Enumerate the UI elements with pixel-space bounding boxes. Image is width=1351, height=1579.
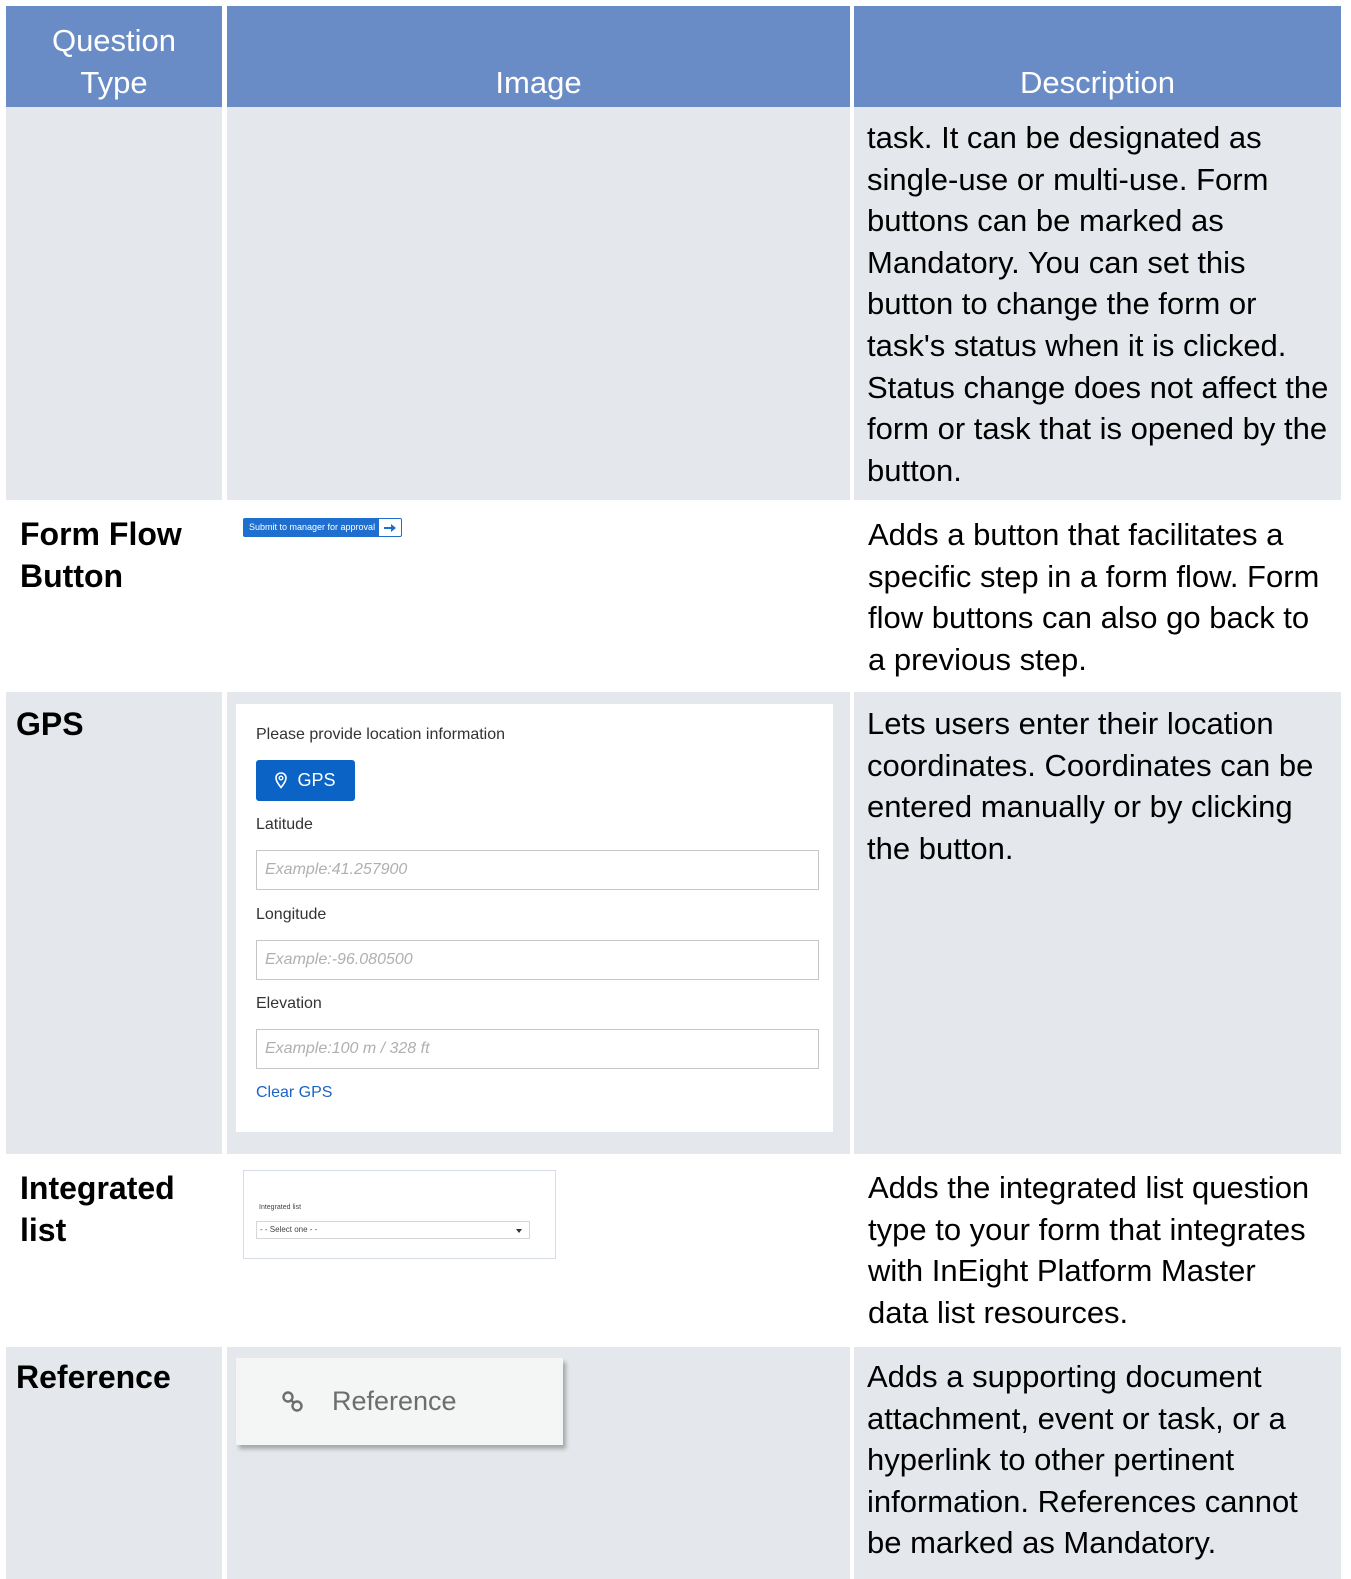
gps-button[interactable]: GPS — [256, 760, 355, 801]
header-image-label: Image — [495, 65, 582, 100]
row-reference-type: Reference — [6, 1347, 222, 1579]
desc-line: type to your form that integrates — [868, 1211, 1306, 1247]
type-line: list — [20, 1212, 67, 1248]
reference-button[interactable]: Reference — [236, 1358, 563, 1445]
submit-for-approval-button-label: Submit to manager for approval — [243, 518, 379, 537]
gps-prompt: Please provide location information — [256, 726, 506, 743]
clear-gps-link[interactable]: Clear GPS — [256, 1084, 332, 1102]
desc-line: button. — [867, 452, 962, 488]
desc-line: a previous step. — [868, 641, 1087, 677]
type-line: Form Flow — [20, 516, 182, 552]
integrated-list-select[interactable]: - - Select one - - — [256, 1221, 530, 1239]
desc-line: Lets users enter their location — [867, 706, 1274, 741]
latitude-label: Latitude — [256, 816, 313, 833]
integrated-list-card: Integrated list - - Select one - - — [243, 1170, 556, 1259]
header-image: Image — [227, 6, 850, 107]
row-form-flow-type: Form Flow Button — [6, 500, 222, 692]
desc-line: entered manually or by clicking — [867, 789, 1293, 825]
header-question-type: Question Type — [6, 6, 222, 107]
row-continued-image-cell — [227, 107, 850, 500]
map-pin-icon — [275, 772, 288, 789]
gps-button-label: GPS — [297, 770, 336, 790]
header-description-label: Description — [1019, 65, 1176, 100]
integrated-list-field-label: Integrated list — [259, 1204, 302, 1211]
longitude-field[interactable] — [256, 940, 819, 980]
type-line: Reference — [16, 1359, 171, 1395]
desc-line: the button. — [867, 830, 1014, 866]
gps-question-card: Please provide location information GPS … — [236, 704, 833, 1132]
row-gps-description: Lets users enter their location coordina… — [854, 692, 1341, 1154]
desc-line: single-use or multi-use. Form — [867, 161, 1269, 197]
reference-button-label: Reference — [332, 1386, 457, 1416]
desc-line: attachment, event or task, or a — [867, 1400, 1286, 1436]
type-line: Button — [20, 558, 124, 594]
type-line: Integrated — [20, 1170, 175, 1206]
row-reference-description: Adds a supporting document attachment, e… — [854, 1347, 1341, 1579]
header-question-type-line2: Type — [80, 65, 148, 100]
desc-line: Adds a supporting document — [867, 1359, 1262, 1394]
desc-line: hyperlink to other pertinent — [867, 1442, 1235, 1478]
desc-line: flow buttons can also go back to — [868, 600, 1310, 636]
type-line: GPS — [16, 706, 84, 742]
row-gps-type: GPS — [6, 692, 222, 1154]
desc-line: task. It can be designated as — [867, 120, 1262, 155]
desc-line: form or task that is opened by the — [867, 411, 1328, 447]
arrow-right-icon — [379, 518, 402, 537]
row-continued-description: task. It can be designated as single-use… — [854, 107, 1341, 500]
desc-line: Mandatory. You can set this — [867, 244, 1246, 280]
elevation-field[interactable] — [256, 1029, 819, 1069]
chevron-down-icon — [516, 1229, 522, 1233]
submit-for-approval-button[interactable]: Submit to manager for approval — [243, 518, 402, 537]
desc-line: data list resources. — [868, 1294, 1129, 1330]
desc-line: be marked as Mandatory. — [867, 1525, 1217, 1561]
row-integrated-list-type: Integrated list — [6, 1154, 222, 1347]
desc-line: task's status when it is clicked. — [867, 327, 1287, 363]
header-question-type-line1: Question — [51, 23, 177, 58]
row-integrated-list-description: Adds the integrated list question type t… — [854, 1154, 1341, 1347]
elevation-label: Elevation — [256, 995, 322, 1012]
longitude-label: Longitude — [256, 906, 327, 923]
desc-line: coordinates. Coordinates can be — [867, 747, 1314, 783]
desc-line: Status change does not affect the — [867, 369, 1329, 405]
desc-line: with InEight Platform Master — [868, 1253, 1256, 1289]
desc-line: buttons can be marked as — [867, 203, 1224, 239]
row-continued-type-cell — [6, 107, 222, 500]
desc-line: Adds the integrated list question — [868, 1170, 1310, 1205]
latitude-field[interactable] — [256, 850, 819, 890]
desc-line: specific step in a form flow. Form — [868, 558, 1320, 594]
row-form-flow-description: Adds a button that facilitates a specifi… — [854, 500, 1341, 692]
header-description: Description — [854, 6, 1341, 107]
desc-line: button to change the form or — [867, 286, 1257, 322]
link-icon — [282, 1390, 303, 1412]
integrated-list-select-value: - - Select one - - — [260, 1225, 318, 1234]
desc-line: Adds a button that facilitates a — [868, 517, 1284, 552]
desc-line: information. References cannot — [867, 1483, 1298, 1519]
